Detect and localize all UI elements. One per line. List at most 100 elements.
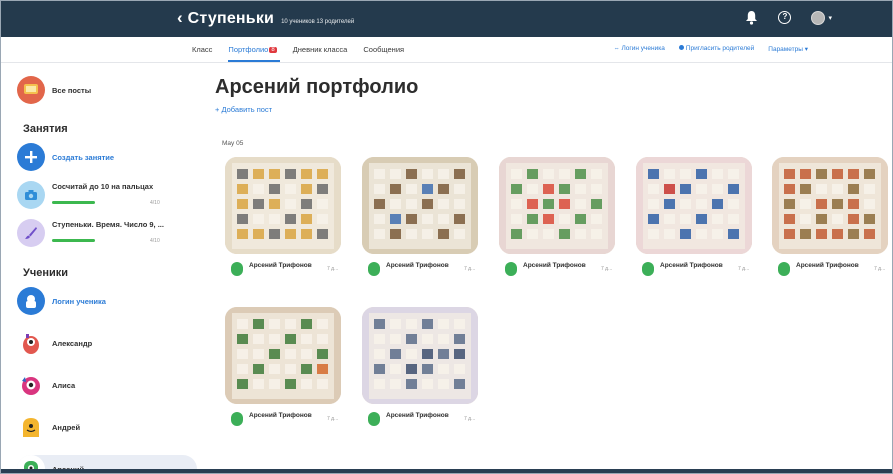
tab-class-journal[interactable]: Дневник класса [293, 45, 348, 54]
post-author: Арсений Трифонов 7 д... [362, 262, 478, 276]
worksheet-photo[interactable] [772, 157, 888, 254]
post-author: Арсений Трифонов 7 д... [225, 262, 341, 276]
post-author: Арсений Трифонов 7 д... [636, 262, 752, 276]
author-name[interactable]: Арсений Трифонов [249, 262, 321, 271]
portfolio-post-card[interactable]: Арсений Трифонов 7 д... [225, 157, 341, 285]
worksheet-photo[interactable] [499, 157, 615, 254]
monster-avatar-icon [17, 371, 45, 399]
lesson-1-progress [52, 200, 95, 204]
author-avatar-icon [231, 412, 243, 426]
lessons-heading: Занятия [23, 123, 68, 135]
author-avatar-icon [642, 262, 654, 276]
post-time: 7 д... [327, 416, 339, 422]
author-name[interactable]: Арсений Трифонов [386, 412, 458, 421]
invite-icon [678, 45, 684, 50]
lesson-2-count: 4/10 [150, 237, 160, 244]
top-right-controls: ? ▾ [745, 10, 832, 25]
sidebar-item-student-alisa[interactable]: Алиса [17, 371, 75, 399]
tab-portfolio[interactable]: Портфолио 8 [228, 45, 280, 62]
author-avatar-icon [368, 262, 380, 276]
lesson-1-label: Сосчитай до 10 на пальцах [52, 181, 154, 191]
post-author: Арсений Трифонов 7 д... [225, 412, 341, 426]
portfolio-post-card[interactable]: Арсений Трифонов 7 д... [362, 157, 478, 285]
post-time: 7 д... [738, 266, 750, 272]
post-author: Арсений Трифонов 7 д... [499, 262, 615, 276]
invite-parents-link[interactable]: Пригласить родителей [678, 45, 754, 53]
sidebar-item-lesson-1[interactable]: Сосчитай до 10 на пальцах 4/10 [17, 181, 160, 209]
student-login-link[interactable]: ⇔ Логин ученика [614, 45, 665, 53]
post-time: 7 д... [601, 266, 613, 272]
sidebar-item-lesson-2[interactable]: Ступеньки. Время. Число 9, ... 4/10 [17, 219, 164, 247]
all-posts-icon [17, 76, 45, 104]
portfolio-post-card[interactable]: Арсений Трифонов 7 д... [636, 157, 752, 285]
lesson-2-label: Ступеньки. Время. Число 9, ... [52, 219, 164, 229]
lesson-2-progress [52, 238, 95, 242]
worksheet-photo[interactable] [362, 307, 478, 404]
tab-class[interactable]: Класс [192, 45, 212, 54]
class-meta: 10 учеников 13 родителей [281, 19, 355, 25]
tab-portfolio-label: Портфолио [228, 45, 269, 54]
taskbar-strip [1, 469, 892, 473]
user-avatar [811, 10, 826, 25]
worksheet-photo[interactable] [636, 157, 752, 254]
chevron-down-icon: ▾ [828, 14, 832, 22]
author-name[interactable]: Арсений Трифонов [660, 262, 732, 271]
student-andrey-label: Андрей [52, 422, 81, 432]
tabs-bar: Класс Портфолио 8 Дневник класса Сообщени… [1, 37, 892, 63]
worksheet-photo[interactable] [225, 307, 341, 404]
sidebar-item-student-andrey[interactable]: Андрей [17, 413, 80, 441]
student-login-icon [17, 287, 45, 315]
author-name[interactable]: Арсений Трифонов [386, 262, 458, 271]
author-avatar-icon [368, 412, 380, 426]
top-bar: ‹ Ступеньки 10 учеников 13 родителей ? ▾ [1, 1, 892, 37]
all-posts-label: Все посты [52, 85, 92, 95]
author-name[interactable]: Арсений Трифонов [523, 262, 595, 271]
sidebar-item-all-posts[interactable]: Все посты [17, 76, 91, 104]
page-title: Арсений портфолио [215, 76, 419, 98]
date-heading: May 05 [222, 140, 244, 147]
sidebar: Все посты Занятия Создать занятие Сосчит… [1, 63, 199, 473]
main-content: Арсений портфолио + Добавить пост May 05… [215, 63, 892, 473]
student-login-sidebar-label: Логин ученика [52, 296, 106, 306]
author-avatar-icon [505, 262, 517, 276]
plus-icon [17, 143, 45, 171]
settings-menu[interactable]: Параметры ▾ [768, 45, 808, 53]
author-name[interactable]: Арсений Трифонов [796, 262, 868, 271]
lesson-1-info: Сосчитай до 10 на пальцах 4/10 [52, 182, 160, 209]
worksheet-photo[interactable] [362, 157, 478, 254]
portfolio-post-card[interactable]: Арсений Трифонов 7 д... [772, 157, 888, 285]
camera-icon [17, 181, 45, 209]
post-time: 7 д... [464, 266, 476, 272]
tab-messages[interactable]: Сообщения [363, 45, 404, 54]
portfolio-post-card[interactable]: Арсений Трифонов 7 д... [499, 157, 615, 285]
lesson-2-info: Ступеньки. Время. Число 9, ... 4/10 [52, 220, 164, 247]
portfolio-badge: 8 [269, 47, 277, 53]
monster-avatar-icon [17, 329, 45, 357]
lesson-1-progress-row: 4/10 [52, 191, 160, 209]
create-lesson-button[interactable]: Создать занятие [17, 143, 114, 171]
help-icon[interactable]: ? [778, 11, 792, 24]
class-header[interactable]: ‹ Ступеньки 10 учеников 13 родителей [177, 8, 354, 28]
portfolio-post-card[interactable]: Арсений Трифонов 7 д... [225, 307, 341, 435]
student-alisa-label: Алиса [52, 380, 76, 390]
create-lesson-label: Создать занятие [52, 152, 115, 162]
portfolio-post-card[interactable]: Арсений Трифонов 7 д... [362, 307, 478, 435]
lesson-2-progress-row: 4/10 [52, 229, 164, 247]
bell-icon[interactable] [745, 10, 758, 25]
back-arrow-icon[interactable]: ‹ [177, 8, 183, 28]
student-aleksandr-label: Александр [52, 338, 93, 348]
class-title: Ступеньки [187, 10, 275, 27]
post-time: 7 д... [327, 266, 339, 272]
sidebar-item-student-login[interactable]: Логин ученика [17, 287, 106, 315]
user-menu[interactable]: ▾ [811, 10, 832, 25]
brush-icon [17, 219, 45, 247]
author-name[interactable]: Арсений Трифонов [249, 412, 321, 421]
add-post-button[interactable]: + Добавить пост [215, 105, 272, 114]
post-time: 7 д... [464, 416, 476, 422]
monster-avatar-icon [17, 413, 45, 441]
sidebar-item-student-aleksandr[interactable]: Александр [17, 329, 92, 357]
tab-actions: ⇔ Логин ученика Пригласить родителей Пар… [614, 45, 808, 53]
tab-list: Класс Портфолио 8 Дневник класса Сообщени… [192, 45, 404, 62]
worksheet-photo[interactable] [225, 157, 341, 254]
post-author: Арсений Трифонов 7 д... [772, 262, 888, 276]
